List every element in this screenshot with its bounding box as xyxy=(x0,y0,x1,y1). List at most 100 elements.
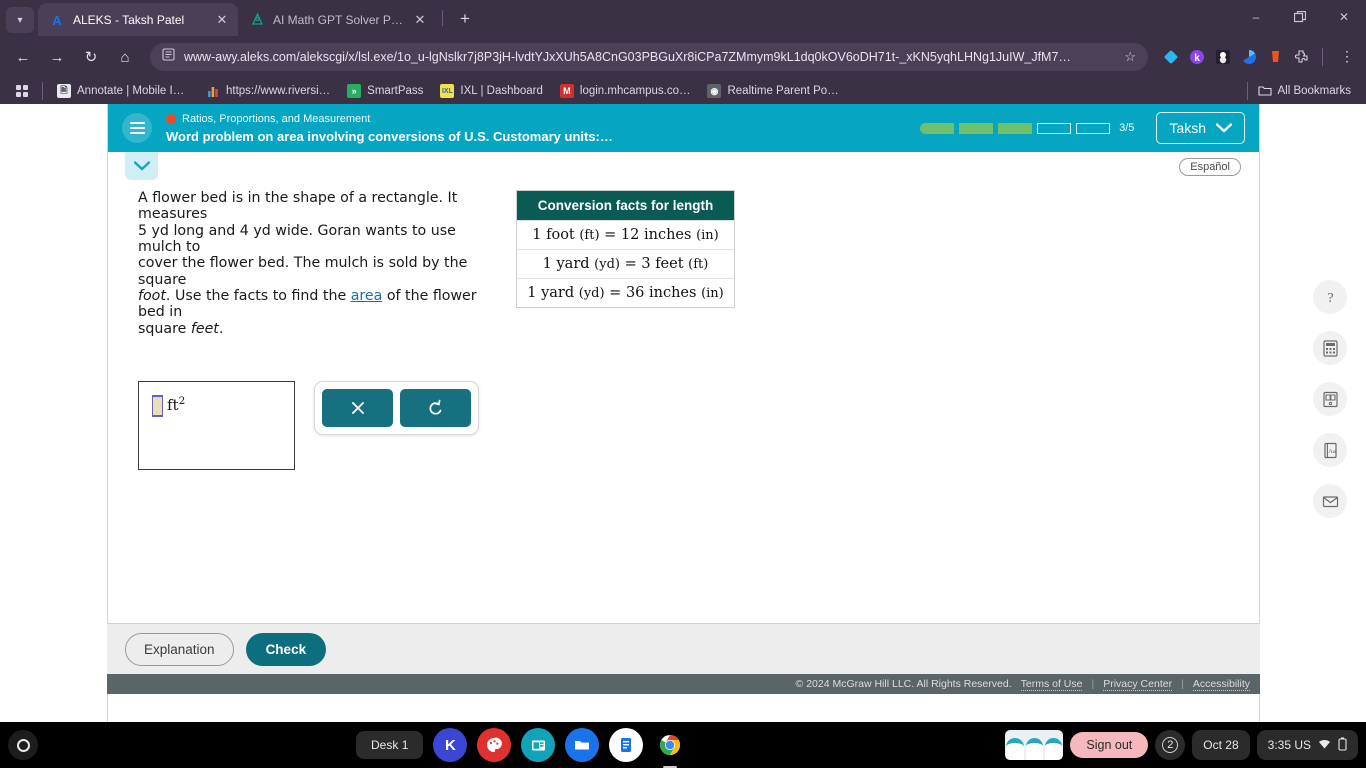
back-button[interactable]: ← xyxy=(8,42,38,72)
unit-exponent: 2 xyxy=(178,394,186,407)
notification-badge[interactable]: 2 xyxy=(1155,730,1186,760)
close-icon[interactable]: ✕ xyxy=(214,12,230,28)
clear-button[interactable] xyxy=(322,388,393,427)
extension-icons: k ⋮ xyxy=(1158,48,1358,66)
fact-right-abbr: (ft) xyxy=(688,257,709,272)
chevron-down-icon xyxy=(133,161,150,171)
window-preview-thumbnail[interactable] xyxy=(1005,730,1064,760)
apps-shortcut-icon[interactable] xyxy=(9,82,35,100)
answer-slot[interactable]: ft2 xyxy=(152,394,186,417)
puzzle-extensions-icon[interactable] xyxy=(1292,49,1309,66)
dictionary-icon[interactable]: Aa xyxy=(1313,433,1347,467)
svg-text:Aa: Aa xyxy=(1328,448,1336,455)
undo-button[interactable] xyxy=(400,388,471,427)
date-chip[interactable]: Oct 28 xyxy=(1192,730,1250,760)
fact-equals: = xyxy=(604,227,617,243)
bookmark-ixl[interactable]: IXL IXL | Dashboard xyxy=(433,81,549,101)
svg-text:k: k xyxy=(1194,53,1200,64)
aleks-a-icon: A xyxy=(49,12,65,28)
answer-value-caret[interactable] xyxy=(152,394,163,417)
status-chip[interactable]: 3:35 US xyxy=(1256,730,1358,760)
math-gpt-icon xyxy=(249,12,265,28)
reference-book-icon[interactable] xyxy=(1313,382,1347,416)
slides-app-icon[interactable] xyxy=(521,728,556,762)
address-bar[interactable]: www-awy.aleks.com/alekscgi/x/lsl.exe/1o_… xyxy=(150,43,1148,71)
accessibility-link[interactable]: Accessibility xyxy=(1192,678,1250,691)
fact-right-unit: inches xyxy=(649,285,697,301)
terms-of-use-link[interactable]: Terms of Use xyxy=(1020,678,1083,691)
problem-line-4a: . Use the facts to find the xyxy=(165,287,351,304)
folder-icon xyxy=(1257,84,1272,99)
calculator-icon[interactable] xyxy=(1313,331,1347,365)
chrome-app-icon[interactable] xyxy=(653,728,687,762)
all-bookmarks-button[interactable]: All Bookmarks xyxy=(1243,82,1358,100)
bookmark-label: IXL | Dashboard xyxy=(460,85,543,97)
fact-left-abbr: (ft) xyxy=(579,228,600,243)
date-label: Oct 28 xyxy=(1203,738,1239,752)
unit-text: ft xyxy=(167,395,179,414)
kami-extension-icon[interactable]: k xyxy=(1188,49,1205,66)
penguin-extension-icon[interactable] xyxy=(1214,49,1231,66)
answer-input-box[interactable]: ft2 xyxy=(138,380,295,470)
minimize-icon[interactable]: – xyxy=(1234,0,1278,34)
desk-switcher-button[interactable]: Desk 1 xyxy=(356,731,424,759)
facts-row: 1 yard (yd) = 3 feet (ft) xyxy=(517,249,734,278)
bookmark-riverside[interactable]: https://www.riversi… xyxy=(199,81,337,101)
maximize-icon[interactable] xyxy=(1278,0,1322,34)
url-text: www-awy.aleks.com/alekscgi/x/lsl.exe/1o_… xyxy=(184,50,1071,64)
area-glossary-link[interactable]: area xyxy=(351,288,383,304)
help-icon[interactable]: ? xyxy=(1313,280,1347,314)
reload-button[interactable]: ↻ xyxy=(76,42,106,72)
bookmark-realtime-parent-portal[interactable]: ◉ Realtime Parent Por… xyxy=(700,81,846,101)
bookmark-mhcampus[interactable]: M login.mhcampus.co… xyxy=(553,81,698,101)
progress-segment xyxy=(1076,122,1111,134)
separator: | xyxy=(1181,678,1184,690)
files-app-icon[interactable] xyxy=(565,728,600,762)
mail-icon[interactable] xyxy=(1313,484,1347,518)
hamburger-menu-icon[interactable] xyxy=(122,113,152,143)
fact-right-qty: 3 xyxy=(641,256,651,272)
privacy-center-link[interactable]: Privacy Center xyxy=(1103,678,1173,691)
sign-out-button[interactable]: Sign out xyxy=(1070,732,1149,758)
bar-chart-icon xyxy=(206,84,220,98)
collapse-panel-button[interactable] xyxy=(125,152,158,180)
tab-title: AI Math GPT Solver Powered b xyxy=(273,12,404,27)
problem-line-5a: square xyxy=(138,320,191,337)
browser-tab-ai-math-gpt[interactable]: AI Math GPT Solver Powered b ✕ xyxy=(238,3,436,36)
new-tab-button[interactable]: + xyxy=(452,6,478,32)
web-page: Ratios, Proportions, and Measurement Wor… xyxy=(0,104,1366,722)
fact-right-unit: feet xyxy=(655,256,684,272)
forward-button[interactable]: → xyxy=(42,42,72,72)
close-icon[interactable]: ✕ xyxy=(1322,0,1366,34)
browser-tab-aleks[interactable]: A ALEKS - Taksh Patel ✕ xyxy=(38,3,238,36)
launcher-button[interactable] xyxy=(8,730,38,760)
bookmark-annotate[interactable]: 🖹 Annotate | Mobile In… xyxy=(50,81,196,101)
close-icon[interactable]: ✕ xyxy=(412,12,428,28)
docs-app-icon[interactable] xyxy=(609,728,644,762)
diamond-extension-icon[interactable] xyxy=(1162,49,1179,66)
tab-divider xyxy=(442,10,443,26)
bookmark-smartpass[interactable]: » SmartPass xyxy=(340,81,430,101)
page-margin-left xyxy=(0,104,107,722)
copyright-bar: © 2024 McGraw Hill LLC. All Rights Reser… xyxy=(107,674,1260,694)
chevron-down-icon xyxy=(1215,120,1233,136)
tab-search-button[interactable]: ▾ xyxy=(6,7,34,33)
notification-count: 2 xyxy=(1162,737,1179,753)
user-menu-button[interactable]: Taksh xyxy=(1156,112,1245,144)
bookmark-star-icon[interactable]: ☆ xyxy=(1124,49,1136,65)
battery-icon xyxy=(1338,737,1347,754)
espanol-toggle-button[interactable]: Español xyxy=(1179,158,1241,176)
explanation-button[interactable]: Explanation xyxy=(125,633,234,666)
blue-circle-extension-icon[interactable] xyxy=(1240,49,1257,66)
home-button[interactable]: ⌂ xyxy=(110,42,140,72)
check-button[interactable]: Check xyxy=(245,633,327,666)
bookmark-label: https://www.riversi… xyxy=(226,85,331,97)
kami-app-icon[interactable]: K xyxy=(433,728,468,762)
bookmarks-bar: 🖹 Annotate | Mobile In… https://www.rive… xyxy=(0,78,1366,104)
orange-extension-icon[interactable] xyxy=(1266,49,1283,66)
mcgraw-hill-icon: M xyxy=(559,84,574,98)
user-name: Taksh xyxy=(1169,120,1206,136)
browser-menu-icon[interactable]: ⋮ xyxy=(1336,49,1358,63)
svg-text:A: A xyxy=(52,13,62,27)
paint-app-icon[interactable] xyxy=(477,728,512,762)
